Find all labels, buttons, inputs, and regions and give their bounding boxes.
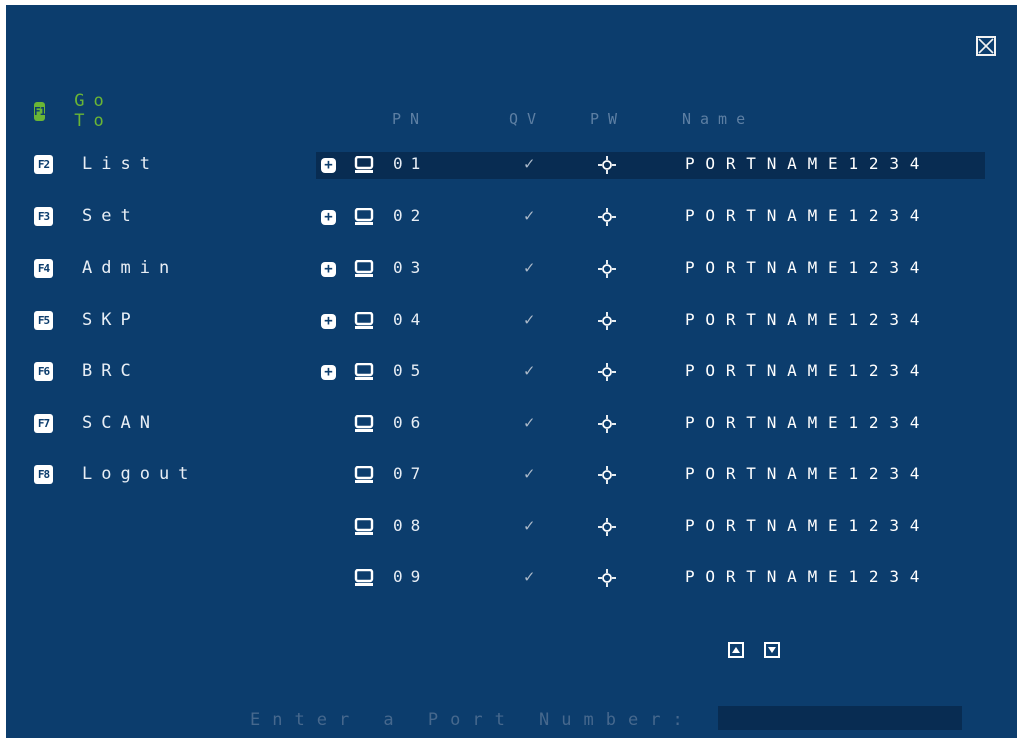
monitor-icon (354, 465, 374, 488)
port-name: PORTNAME1234 (685, 310, 931, 329)
port-number: 01 (393, 154, 429, 173)
expand-plus-icon[interactable]: + (321, 210, 336, 225)
port-row[interactable]: +01 ✓ PORTNAME1234 (316, 152, 985, 179)
sun-icon (597, 362, 617, 386)
column-header-pw[interactable]: PW (590, 110, 626, 128)
quick-view-check-icon: ✓ (524, 258, 535, 278)
monitor-icon (354, 311, 374, 334)
monitor-icon (354, 155, 374, 178)
sun-icon (597, 414, 617, 438)
sun-icon (597, 259, 617, 283)
f2-key-icon: F2 (34, 154, 53, 174)
port-name: PORTNAME1234 (685, 258, 931, 277)
port-row[interactable]: 08 ✓ PORTNAME1234 (316, 514, 985, 541)
port-row[interactable]: 09 ✓ PORTNAME1234 (316, 565, 985, 592)
port-name: PORTNAME1234 (685, 206, 931, 225)
menu-item-set[interactable]: F3 Set (34, 205, 140, 227)
sun-icon (597, 311, 617, 335)
port-row[interactable]: 06 ✓ PORTNAME1234 (316, 411, 985, 438)
expand-plus-icon[interactable]: + (321, 314, 336, 329)
menu-item-label: Set (82, 206, 140, 226)
quick-view-check-icon: ✓ (524, 206, 535, 226)
port-number: 09 (393, 567, 429, 586)
port-row[interactable]: +05 ✓ PORTNAME1234 (316, 359, 985, 386)
monitor-icon (354, 414, 374, 437)
port-row[interactable]: +03 ✓ PORTNAME1234 (316, 256, 985, 283)
sun-icon (597, 207, 617, 231)
port-number-prompt: Enter a Port Number: (250, 710, 695, 730)
column-header-name[interactable]: Name (682, 110, 754, 128)
f7-key-icon: F7 (34, 413, 53, 433)
quick-view-check-icon: ✓ (524, 464, 535, 484)
port-name: PORTNAME1234 (685, 567, 931, 586)
port-number: 07 (393, 464, 429, 483)
menu-item-label: Logout (82, 464, 198, 484)
f5-key-icon: F5 (34, 310, 53, 330)
port-name: PORTNAME1234 (685, 516, 931, 535)
f6-key-icon: F6 (34, 361, 53, 381)
port-name: PORTNAME1234 (685, 464, 931, 483)
monitor-icon (354, 517, 374, 540)
monitor-icon (354, 207, 374, 230)
scroll-up-icon[interactable] (728, 642, 744, 658)
menu-item-logout[interactable]: F8 Logout (34, 463, 197, 485)
quick-view-check-icon: ✓ (524, 310, 535, 330)
column-header-pn[interactable]: PN (392, 110, 428, 128)
sun-icon (597, 155, 617, 179)
f1-key-icon: F1 (34, 101, 46, 121)
monitor-icon (354, 259, 374, 282)
quick-view-check-icon: ✓ (524, 154, 535, 174)
expand-plus-icon[interactable]: + (321, 158, 336, 173)
osd-screen: F1 Go To F2 List F3 Set F4 Admin F5 SKP … (6, 5, 1017, 738)
port-number-input[interactable] (718, 706, 962, 730)
menu-item-label: BRC (82, 361, 140, 381)
menu-item-label: SCAN (82, 413, 159, 433)
quick-view-check-icon: ✓ (524, 361, 535, 381)
f3-key-icon: F3 (34, 206, 53, 226)
quick-view-check-icon: ✓ (524, 413, 535, 433)
column-header-qv[interactable]: QV (509, 110, 545, 128)
menu-item-admin[interactable]: F4 Admin (34, 257, 178, 279)
menu-item-label: SKP (82, 310, 140, 330)
expand-plus-icon[interactable]: + (321, 365, 336, 380)
port-number: 06 (393, 413, 429, 432)
menu-item-skp[interactable]: F5 SKP (34, 309, 140, 331)
port-row[interactable]: 07 ✓ PORTNAME1234 (316, 462, 985, 489)
port-name: PORTNAME1234 (685, 361, 931, 380)
f8-key-icon: F8 (34, 464, 53, 484)
port-name: PORTNAME1234 (685, 154, 931, 173)
port-number: 04 (393, 310, 429, 329)
expand-plus-icon[interactable]: + (321, 262, 336, 277)
scroll-down-icon[interactable] (764, 642, 780, 658)
close-icon[interactable] (976, 36, 996, 56)
quick-view-check-icon: ✓ (524, 567, 535, 587)
menu-item-scan[interactable]: F7 SCAN (34, 412, 159, 434)
sun-icon (597, 517, 617, 541)
port-number: 03 (393, 258, 429, 277)
f4-key-icon: F4 (34, 258, 53, 278)
menu-item-goto[interactable]: F1 Go To (34, 91, 120, 131)
menu-item-brc[interactable]: F6 BRC (34, 360, 140, 382)
port-row[interactable]: +04 ✓ PORTNAME1234 (316, 308, 985, 335)
sun-icon (597, 568, 617, 592)
port-number: 02 (393, 206, 429, 225)
port-name: PORTNAME1234 (685, 413, 931, 432)
port-number: 08 (393, 516, 429, 535)
monitor-icon (354, 568, 374, 591)
quick-view-check-icon: ✓ (524, 516, 535, 536)
menu-item-label: Go To (74, 91, 113, 131)
menu-item-list[interactable]: F2 List (34, 153, 159, 175)
sun-icon (597, 465, 617, 489)
monitor-icon (354, 362, 374, 385)
menu-item-label: Admin (82, 258, 179, 278)
port-row[interactable]: +02 ✓ PORTNAME1234 (316, 204, 985, 231)
menu-item-label: List (82, 154, 159, 174)
port-number: 05 (393, 361, 429, 380)
